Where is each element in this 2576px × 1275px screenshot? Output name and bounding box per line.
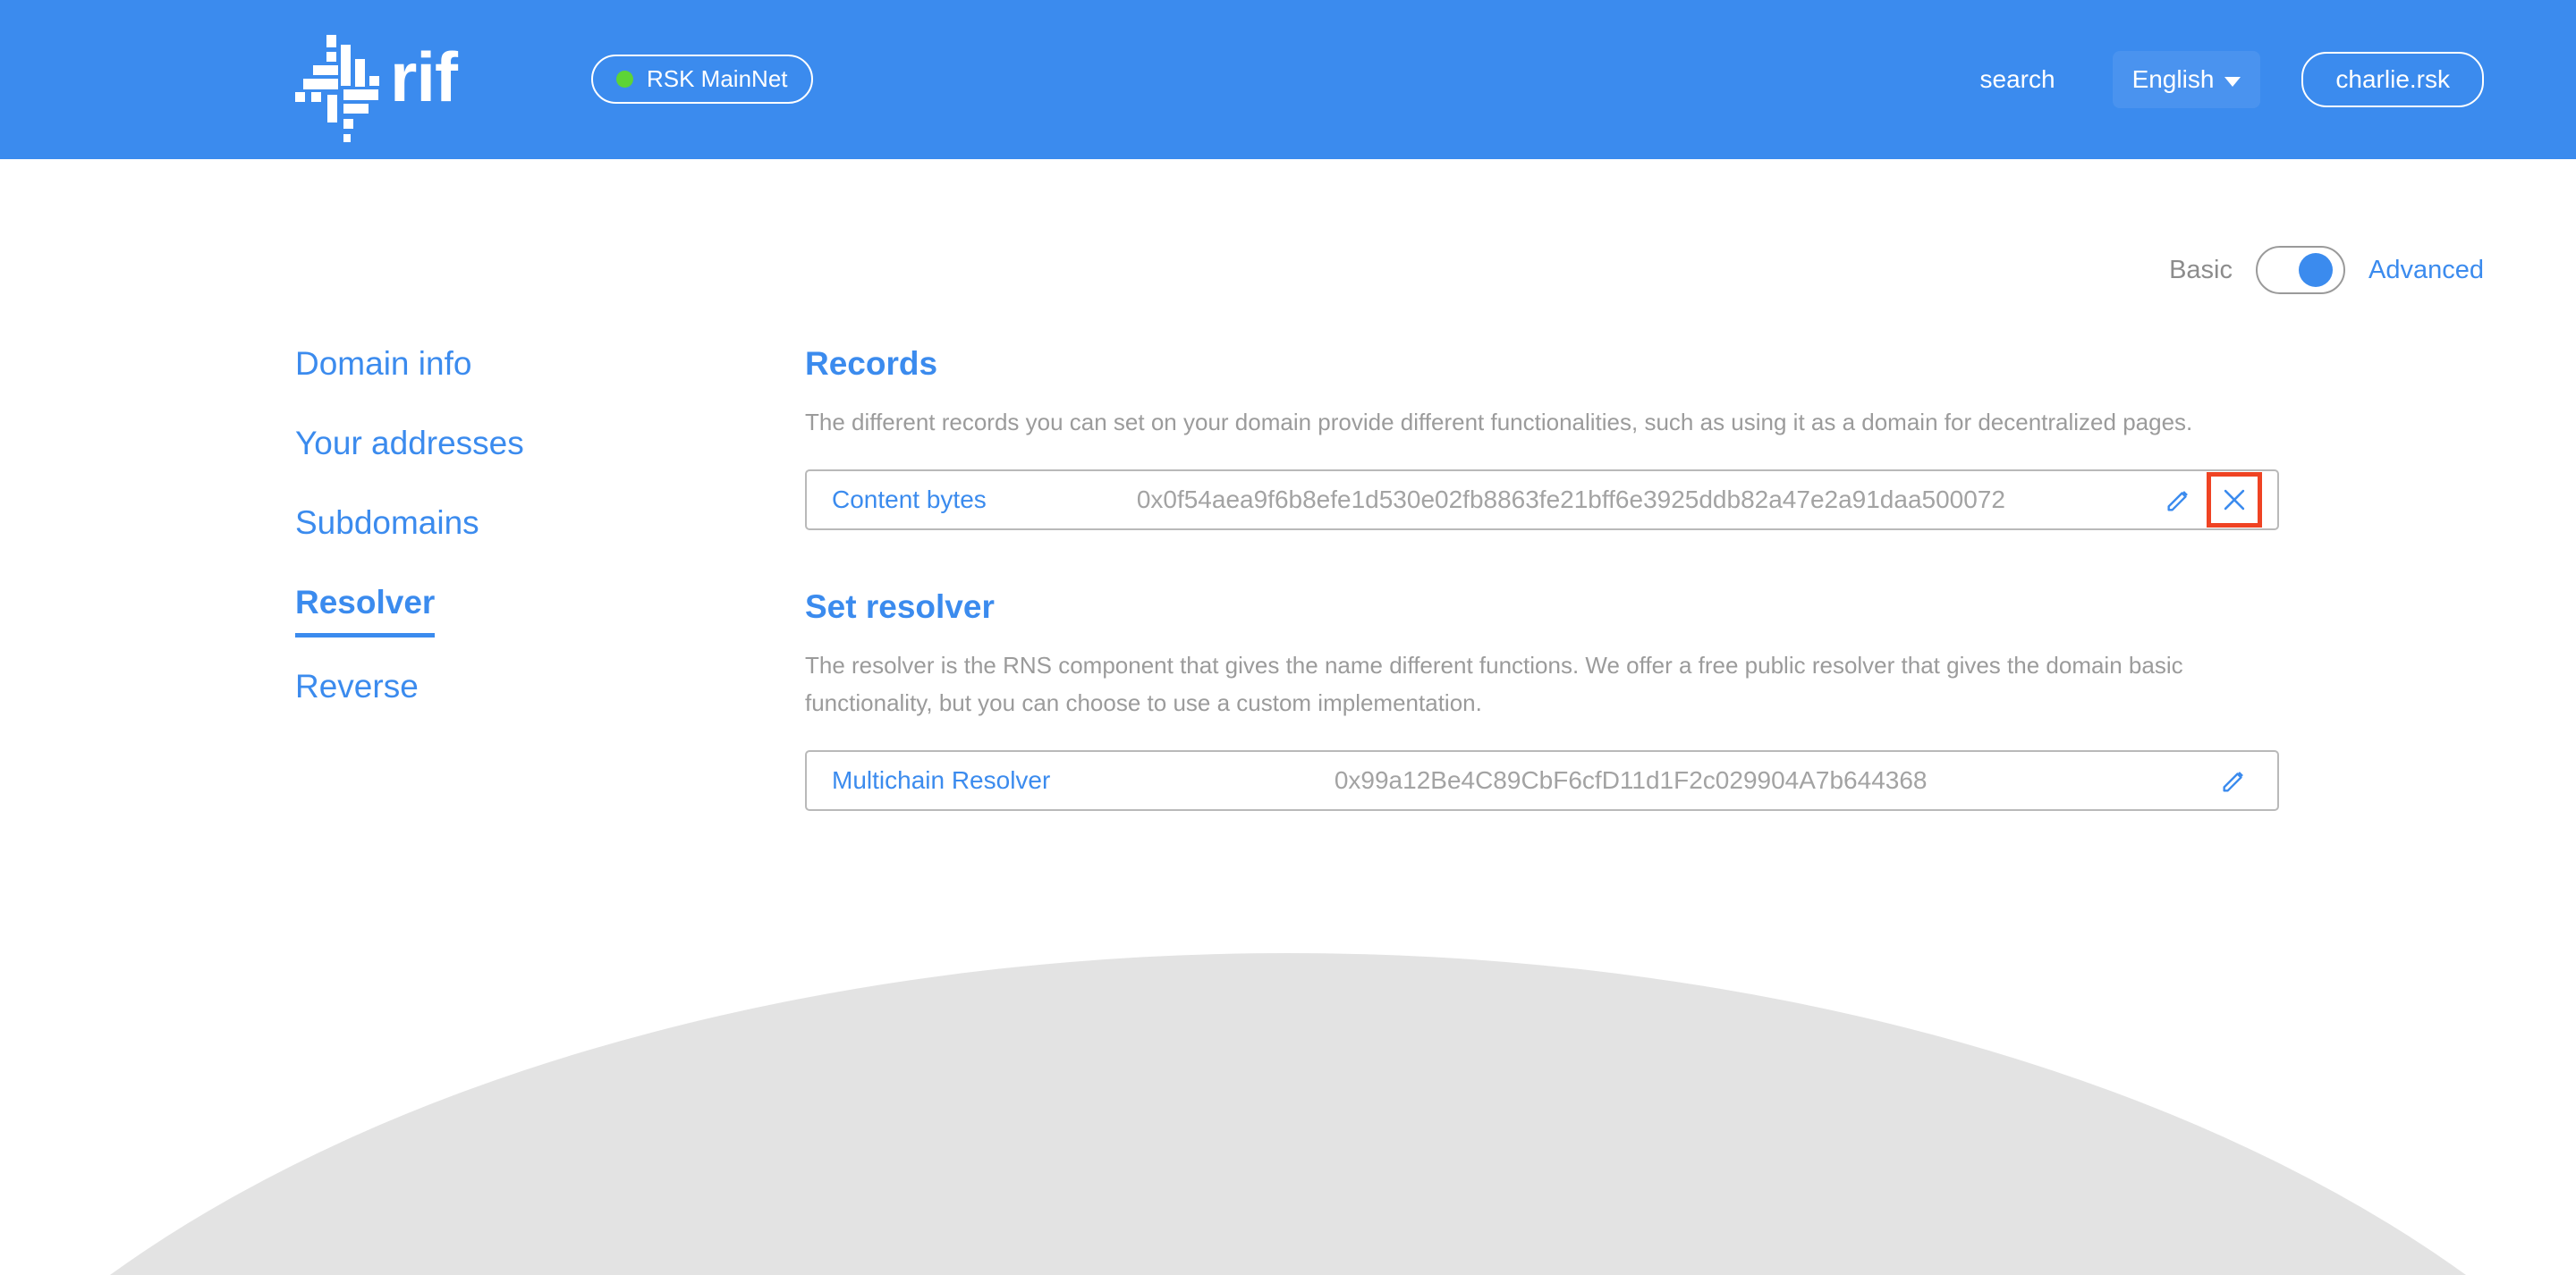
- records-description: The different records you can set on you…: [805, 409, 2193, 435]
- chevron-down-icon: [2224, 76, 2241, 87]
- sidebar-item-domain-info[interactable]: Domain info: [295, 344, 471, 384]
- header-nav: search English charlie.rsk: [1964, 0, 2576, 159]
- network-label: RSK MainNet: [647, 65, 788, 92]
- basic-advanced-toggle[interactable]: Basic Advanced: [2169, 246, 2484, 294]
- sidebar-item-your-addresses[interactable]: Your addresses: [295, 424, 524, 463]
- rif-pinwheel-logo-icon: [293, 33, 386, 142]
- resolver-label[interactable]: Multichain Resolver: [807, 766, 1050, 795]
- account-button[interactable]: charlie.rsk: [2301, 52, 2484, 107]
- sidebar-nav: Domain info Your addresses Subdomains Re…: [295, 344, 671, 747]
- language-label: English: [2131, 65, 2215, 93]
- brand-logo[interactable]: rif: [293, 21, 458, 142]
- sidebar-item-resolver[interactable]: Resolver: [295, 583, 436, 638]
- app-header: rif RSK MainNet search English charlie.r…: [0, 0, 2576, 159]
- close-x-icon: [2224, 489, 2245, 511]
- edit-record-button[interactable]: [2156, 477, 2202, 523]
- set-resolver-title: Set resolver: [805, 588, 995, 625]
- network-selector[interactable]: RSK MainNet: [591, 55, 813, 104]
- status-dot-icon: [616, 71, 633, 88]
- record-row-multichain-resolver: Multichain Resolver 0x99a12Be4C89CbF6cfD…: [805, 750, 2279, 811]
- set-resolver-description: The resolver is the RNS component that g…: [805, 652, 2183, 716]
- mode-switch[interactable]: [2256, 246, 2345, 294]
- records-title: Records: [805, 345, 938, 382]
- resolver-value: 0x99a12Be4C89CbF6cfD11d1F2c029904A7b6443…: [1334, 766, 1928, 794]
- record-value: 0x0f54aea9f6b8efe1d530e02fb8863fe21bff6e…: [1136, 486, 2005, 513]
- resolver-actions: [2211, 757, 2277, 804]
- edit-resolver-button[interactable]: [2211, 757, 2258, 804]
- record-label[interactable]: Content bytes: [807, 486, 987, 514]
- pencil-icon: [2167, 491, 2188, 511]
- mode-switch-knob: [2299, 253, 2333, 287]
- toggle-label-advanced[interactable]: Advanced: [2368, 256, 2484, 285]
- record-row-content-bytes: Content bytes 0x0f54aea9f6b8efe1d530e02f…: [805, 469, 2279, 530]
- sidebar-item-subdomains[interactable]: Subdomains: [295, 503, 479, 543]
- page-root: rif RSK MainNet search English charlie.r…: [0, 0, 2576, 1275]
- page-content: Domain info Your addresses Subdomains Re…: [0, 0, 2576, 1275]
- delete-record-button[interactable]: [2207, 472, 2262, 528]
- brand-name: rif: [390, 38, 458, 116]
- sidebar-item-reverse[interactable]: Reverse: [295, 667, 419, 706]
- pencil-icon: [2223, 772, 2243, 792]
- toggle-label-basic[interactable]: Basic: [2169, 256, 2233, 285]
- language-dropdown[interactable]: English: [2112, 51, 2261, 108]
- main-panel: Records The different records you can se…: [805, 344, 2279, 811]
- search-link[interactable]: search: [1964, 55, 2072, 105]
- record-actions: [2156, 472, 2277, 528]
